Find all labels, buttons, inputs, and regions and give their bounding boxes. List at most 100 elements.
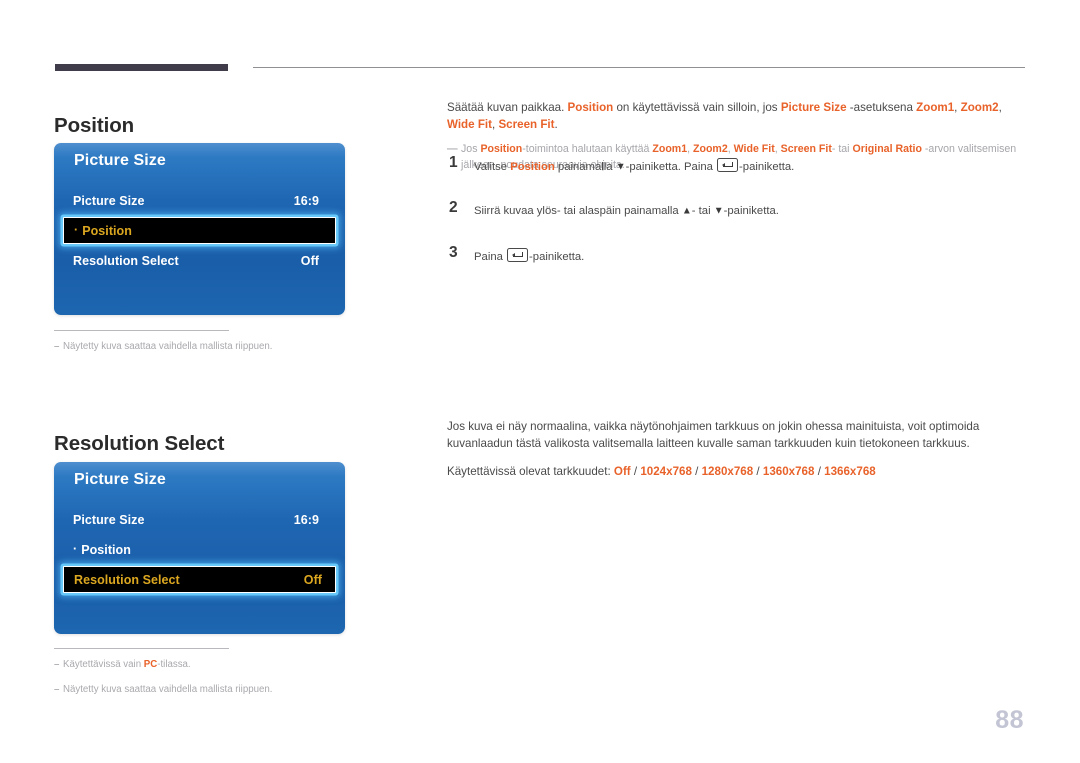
step-text-d: -painiketta.	[739, 161, 795, 173]
osd-row-value: 16:9	[293, 512, 319, 527]
osd-row-position[interactable]: · Position	[68, 536, 331, 563]
footnote-hl-pc: PC	[143, 659, 158, 670]
osd-row-resolution-select[interactable]: Resolution Select Off	[63, 566, 336, 593]
reslist-option: 1366x768	[824, 464, 876, 478]
note-mid2: - tai	[831, 142, 853, 155]
resolution-options-line: Käytettävissä olevat tarkkuudet: Off / 1…	[447, 463, 1027, 480]
dash-icon: –	[54, 684, 60, 696]
step-item: 2 Siirrä kuvaa ylös- tai alaspäin painam…	[447, 199, 1007, 231]
lead-hl-zoom1: Zoom1	[916, 101, 955, 114]
osd-row-value: Off	[300, 253, 319, 268]
step-text: Paina -painiketta.	[474, 246, 1007, 266]
osd-row-label: Resolution Select	[74, 572, 180, 587]
osd-row-label-text: Position	[82, 223, 132, 238]
reslist-separator: /	[630, 464, 641, 478]
footnotes-resolution: – Käytettävissä vain PC-tilassa. – Näytett…	[54, 648, 272, 708]
osd-panel-position: Picture Size Picture Size 16:9 · Position…	[54, 143, 345, 315]
section-heading-position: Position	[54, 113, 135, 137]
step-text-b: - tai	[691, 205, 714, 217]
enter-key-icon	[717, 158, 739, 172]
steps-list-position: 1 Valitse Position painamalla ▼-painiket…	[447, 154, 1007, 291]
section-heading-resolution-select: Resolution Select	[54, 431, 225, 455]
footnote-text-pre: Näytetty kuva saattaa vaihdella mallista…	[63, 684, 273, 696]
footnote-rule	[54, 330, 229, 331]
lead-mid2: -asetuksena	[846, 101, 917, 114]
osd-row-position[interactable]: · Position	[63, 217, 336, 244]
footnotes-position: – Näytetty kuva saattaa vaihdella mallist…	[54, 330, 272, 365]
arrow-down-icon: ▼	[615, 161, 626, 173]
footnote-item: – Näytetty kuva saattaa vaihdella mallist…	[54, 683, 272, 697]
step-item: 3 Paina -painiketta.	[447, 244, 1007, 276]
step-hl-position: Position	[510, 161, 555, 173]
osd-row-label: Picture Size	[73, 193, 145, 208]
note-hl-zoom1: Zoom1	[652, 142, 688, 155]
osd-row-label: Picture Size	[73, 512, 145, 527]
reslist-separator: /	[691, 464, 702, 478]
dash-icon: –	[54, 659, 60, 670]
step-number: 1	[449, 154, 458, 171]
lead-paragraph: Säätää kuvan paikkaa. Position on käytet…	[447, 99, 1027, 134]
footnote-item: – Näytetty kuva saattaa vaihdella mallist…	[54, 340, 272, 354]
step-text: Siirrä kuvaa ylös- tai alaspäin painamal…	[474, 201, 1007, 220]
footnote-item: – Käytettävissä vain PC-tilassa.	[54, 658, 272, 672]
osd-row-value: 16:9	[293, 193, 319, 208]
reslist-option: 1024x768	[640, 464, 692, 478]
reslist-separator: /	[753, 464, 763, 478]
osd-row-value: Off	[303, 572, 322, 587]
dash-icon: –	[54, 341, 60, 352]
footnote-text: Näytetty kuva saattaa vaihdella mallista…	[63, 341, 273, 352]
header-rule-thick	[55, 64, 228, 71]
description-resolution: Jos kuva ei näy normaalina, vaikka näytö…	[447, 418, 1027, 480]
bullet-icon: ·	[73, 541, 78, 556]
reslist-option: 1360x768	[762, 464, 815, 478]
enter-key-icon	[507, 248, 529, 262]
lead-hl-wide-fit: Wide Fit	[447, 118, 492, 132]
step-text-c: -painiketta.	[723, 205, 779, 217]
note-hl-screen-fit: Screen Fit	[780, 142, 832, 155]
step-text: Valitse Position painamalla ▼-painiketta…	[474, 156, 1007, 176]
lead-sep2: ,	[998, 101, 1002, 114]
osd-title: Picture Size	[74, 152, 166, 169]
step-text-a: Paina	[474, 251, 507, 263]
step-number: 3	[449, 244, 458, 261]
note-hl-zoom2: Zoom2	[693, 142, 728, 155]
lead-hl-picture-size: Picture Size	[780, 101, 847, 114]
note-mid1: -toimintoa halutaan käyttää	[522, 142, 653, 155]
step-text-b: painamalla	[554, 161, 616, 173]
lead-end: .	[554, 118, 558, 132]
lead-paragraph: Jos kuva ei näy normaalina, vaikka näytö…	[447, 420, 980, 451]
header-rule-thin	[253, 67, 1025, 68]
step-number: 2	[449, 199, 458, 216]
osd-row-resolution-select[interactable]: Resolution Select Off	[68, 247, 331, 274]
osd-panel-resolution: Picture Size Picture Size 16:9 · Position…	[54, 462, 345, 634]
osd-row-label: Resolution Select	[73, 253, 179, 268]
osd-row-label: · Position	[74, 223, 132, 238]
footnote-text-pre: Käytettävissä vain	[63, 659, 144, 670]
step-text-a: Valitse	[474, 161, 511, 173]
reslist-separator: /	[814, 464, 825, 478]
osd-row-label-text: Position	[81, 542, 131, 557]
osd-row-picture-size[interactable]: Picture Size 16:9	[68, 187, 331, 214]
step-item: 1 Valitse Position painamalla ▼-painiket…	[447, 154, 1007, 186]
page-number: 88	[995, 706, 1024, 734]
arrow-up-icon: ▲	[681, 205, 692, 217]
step-text-c: -painiketta. Paina	[625, 161, 717, 173]
note-hl-position: Position	[480, 142, 523, 155]
lead-hl-position: Position	[567, 101, 614, 114]
step-text-b: -painiketta.	[529, 251, 585, 263]
arrow-down-icon: ▼	[713, 205, 724, 217]
reslist-options: Off / 1024x768 / 1280x768 / 1360x768 / 1…	[614, 465, 876, 478]
lead-pre: Säätää kuvan paikkaa.	[447, 101, 568, 114]
step-text-a: Siirrä kuvaa ylös- tai alaspäin painamal…	[474, 205, 682, 217]
osd-row-picture-size[interactable]: Picture Size 16:9	[68, 506, 331, 533]
osd-title: Picture Size	[74, 471, 166, 488]
osd-row-label: · Position	[73, 541, 131, 557]
reslist-option: Off	[613, 464, 631, 478]
lead-mid1: on käytettävissä vain silloin, jos	[613, 101, 781, 114]
lead-hl-screen-fit: Screen Fit	[498, 118, 555, 132]
note-hl-original-ratio: Original Ratio	[852, 142, 922, 155]
footnote-rule	[54, 648, 229, 649]
lead-hl-zoom2: Zoom2	[960, 101, 999, 114]
note-hl-wide-fit: Wide Fit	[733, 142, 775, 155]
footnote-text-post: -tilassa.	[157, 659, 191, 670]
